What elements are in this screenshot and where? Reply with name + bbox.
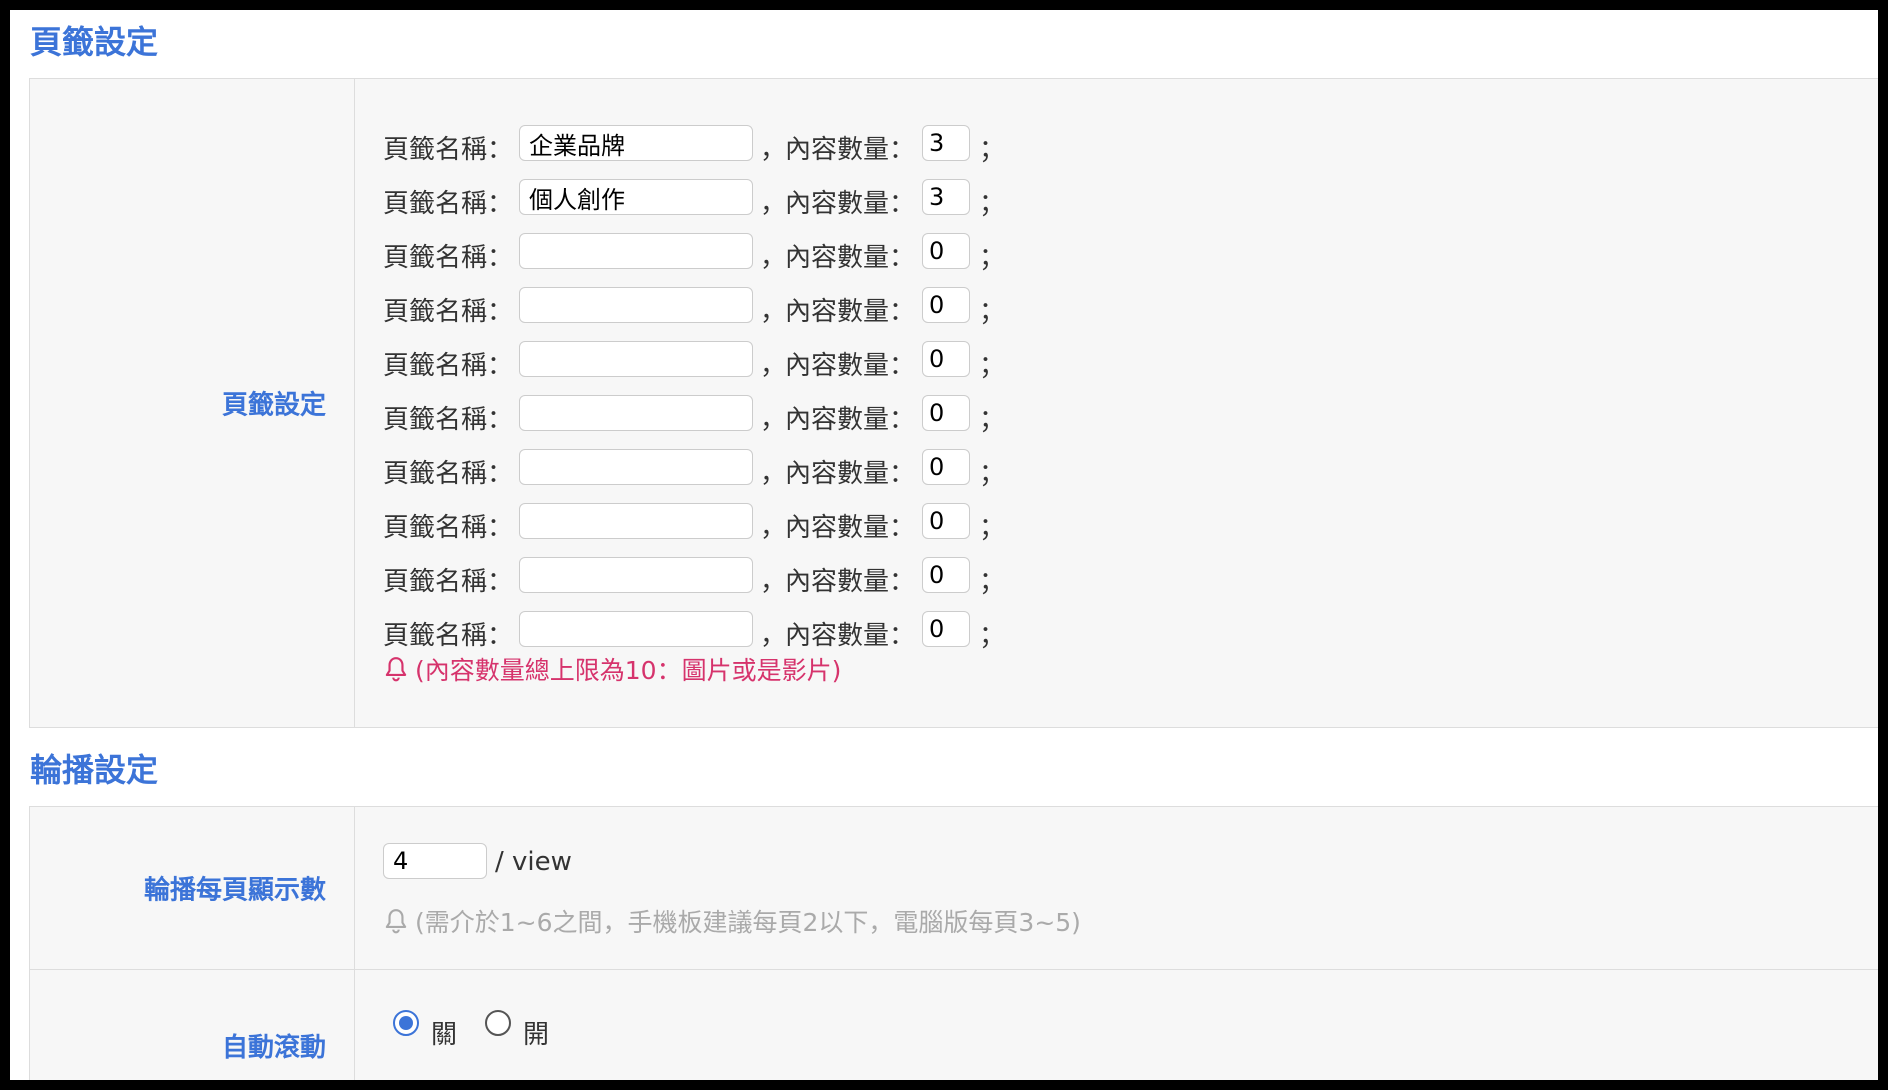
content-qty-label: 內容數量： <box>785 351 916 381</box>
content-qty-label: 內容數量： <box>785 459 916 489</box>
semicolon: ； <box>979 567 1006 597</box>
per-view-label-cell: 輪播每頁顯示數 <box>30 807 355 969</box>
tab-name-label: 頁籤名稱： <box>383 297 514 327</box>
tabs-section-title: 頁籤設定 <box>30 23 159 61</box>
content-qty-input[interactable] <box>922 233 970 269</box>
content-qty-label: 內容數量： <box>785 567 916 597</box>
auto-scroll-label-cell: 自動滾動 <box>30 970 355 1080</box>
content-qty-input[interactable] <box>922 395 970 431</box>
tab-name-label: 頁籤名稱： <box>383 459 514 489</box>
tab-name-label: 頁籤名稱： <box>383 513 514 543</box>
content-qty-label: 內容數量： <box>785 243 916 273</box>
per-view-note: (需介於1~6之間，手機板建議每頁2以下，電腦版每頁3~5) <box>383 903 1081 939</box>
tabs-limit-note-text: (內容數量總上限為10：圖片或是影片) <box>415 656 842 685</box>
semicolon: ； <box>979 459 1006 489</box>
tab-name-input[interactable] <box>519 233 753 269</box>
per-view-label: 輪播每頁顯示數 <box>143 875 326 906</box>
bell-icon <box>385 909 407 934</box>
content-qty-label: 內容數量： <box>785 297 916 327</box>
carousel-settings-panel: 輪播每頁顯示數 / view (需介於1~6之間，手機板建議每頁2以下，電腦版每… <box>29 806 1878 1080</box>
comma: ， <box>760 243 787 273</box>
content-qty-label: 內容數量： <box>785 135 916 165</box>
tab-name-label: 頁籤名稱： <box>383 243 514 273</box>
auto-scroll-off-radio[interactable] <box>393 1010 419 1036</box>
auto-scroll-content: 關 開 <box>355 970 1878 1080</box>
comma: ， <box>760 189 787 219</box>
per-view-row: 輪播每頁顯示數 / view (需介於1~6之間，手機板建議每頁2以下，電腦版每… <box>30 807 1878 969</box>
tab-name-input[interactable] <box>519 287 753 323</box>
auto-scroll-off-label[interactable]: 關 <box>431 1014 457 1051</box>
tab-name-label: 頁籤名稱： <box>383 405 514 435</box>
content-qty-label: 內容數量： <box>785 513 916 543</box>
tab-name-input[interactable] <box>519 503 753 539</box>
per-view-unit: / view <box>495 847 572 877</box>
semicolon: ； <box>979 405 1006 435</box>
tab-name-input[interactable] <box>519 125 753 161</box>
content-qty-input[interactable] <box>922 449 970 485</box>
bell-icon <box>385 657 407 682</box>
tabs-settings-label-cell: 頁籤設定 <box>30 79 355 727</box>
semicolon: ； <box>979 351 1006 381</box>
per-view-note-text: (需介於1~6之間，手機板建議每頁2以下，電腦版每頁3~5) <box>415 908 1081 937</box>
auto-scroll-label: 自動滾動 <box>221 1033 326 1063</box>
tab-name-label: 頁籤名稱： <box>383 135 514 165</box>
content-qty-label: 內容數量： <box>785 189 916 219</box>
tab-name-input[interactable] <box>519 557 753 593</box>
tab-name-input[interactable] <box>519 341 753 377</box>
tab-name-label: 頁籤名稱： <box>383 567 514 597</box>
content-qty-label: 內容數量： <box>785 405 916 435</box>
comma: ， <box>760 135 787 165</box>
semicolon: ； <box>979 513 1006 543</box>
comma: ， <box>760 567 787 597</box>
comma: ， <box>760 351 787 381</box>
per-view-input[interactable] <box>383 843 487 879</box>
content-qty-input[interactable] <box>922 557 970 593</box>
semicolon: ； <box>979 135 1006 165</box>
semicolon: ； <box>979 621 1006 651</box>
comma: ， <box>760 405 787 435</box>
tab-name-label: 頁籤名稱： <box>383 189 514 219</box>
comma: ， <box>760 513 787 543</box>
content-qty-input[interactable] <box>922 611 970 647</box>
content-qty-input[interactable] <box>922 125 970 161</box>
content-qty-input[interactable] <box>922 287 970 323</box>
tabs-limit-note: (內容數量總上限為10：圖片或是影片) <box>383 651 841 687</box>
content-qty-input[interactable] <box>922 503 970 539</box>
tab-name-input[interactable] <box>519 179 753 215</box>
auto-scroll-on-radio[interactable] <box>485 1010 511 1036</box>
tabs-settings-panel: 頁籤設定 頁籤名稱：，內容數量：；頁籤名稱：，內容數量：；頁籤名稱：，內容數量：… <box>29 78 1878 728</box>
tab-name-input[interactable] <box>519 395 753 431</box>
comma: ， <box>760 459 787 489</box>
comma: ， <box>760 297 787 327</box>
content-qty-input[interactable] <box>922 179 970 215</box>
tab-name-input[interactable] <box>519 449 753 485</box>
auto-scroll-row: 自動滾動 關 開 <box>30 970 1878 1080</box>
content-qty-label: 內容數量： <box>785 621 916 651</box>
tab-name-label: 頁籤名稱： <box>383 351 514 381</box>
semicolon: ； <box>979 189 1006 219</box>
tab-name-label: 頁籤名稱： <box>383 621 514 651</box>
auto-scroll-on-label[interactable]: 開 <box>523 1014 549 1051</box>
tab-name-input[interactable] <box>519 611 753 647</box>
tabs-settings-label: 頁籤設定 <box>221 390 326 421</box>
per-view-content: / view (需介於1~6之間，手機板建議每頁2以下，電腦版每頁3~5) <box>355 807 1878 969</box>
tabs-settings-content: 頁籤名稱：，內容數量：；頁籤名稱：，內容數量：；頁籤名稱：，內容數量：；頁籤名稱… <box>355 79 1878 727</box>
comma: ， <box>760 621 787 651</box>
semicolon: ； <box>979 297 1006 327</box>
carousel-section-title: 輪播設定 <box>30 751 159 789</box>
content-qty-input[interactable] <box>922 341 970 377</box>
semicolon: ； <box>979 243 1006 273</box>
settings-page: 頁籤設定 頁籤設定 頁籤名稱：，內容數量：；頁籤名稱：，內容數量：；頁籤名稱：，… <box>10 10 1878 1080</box>
